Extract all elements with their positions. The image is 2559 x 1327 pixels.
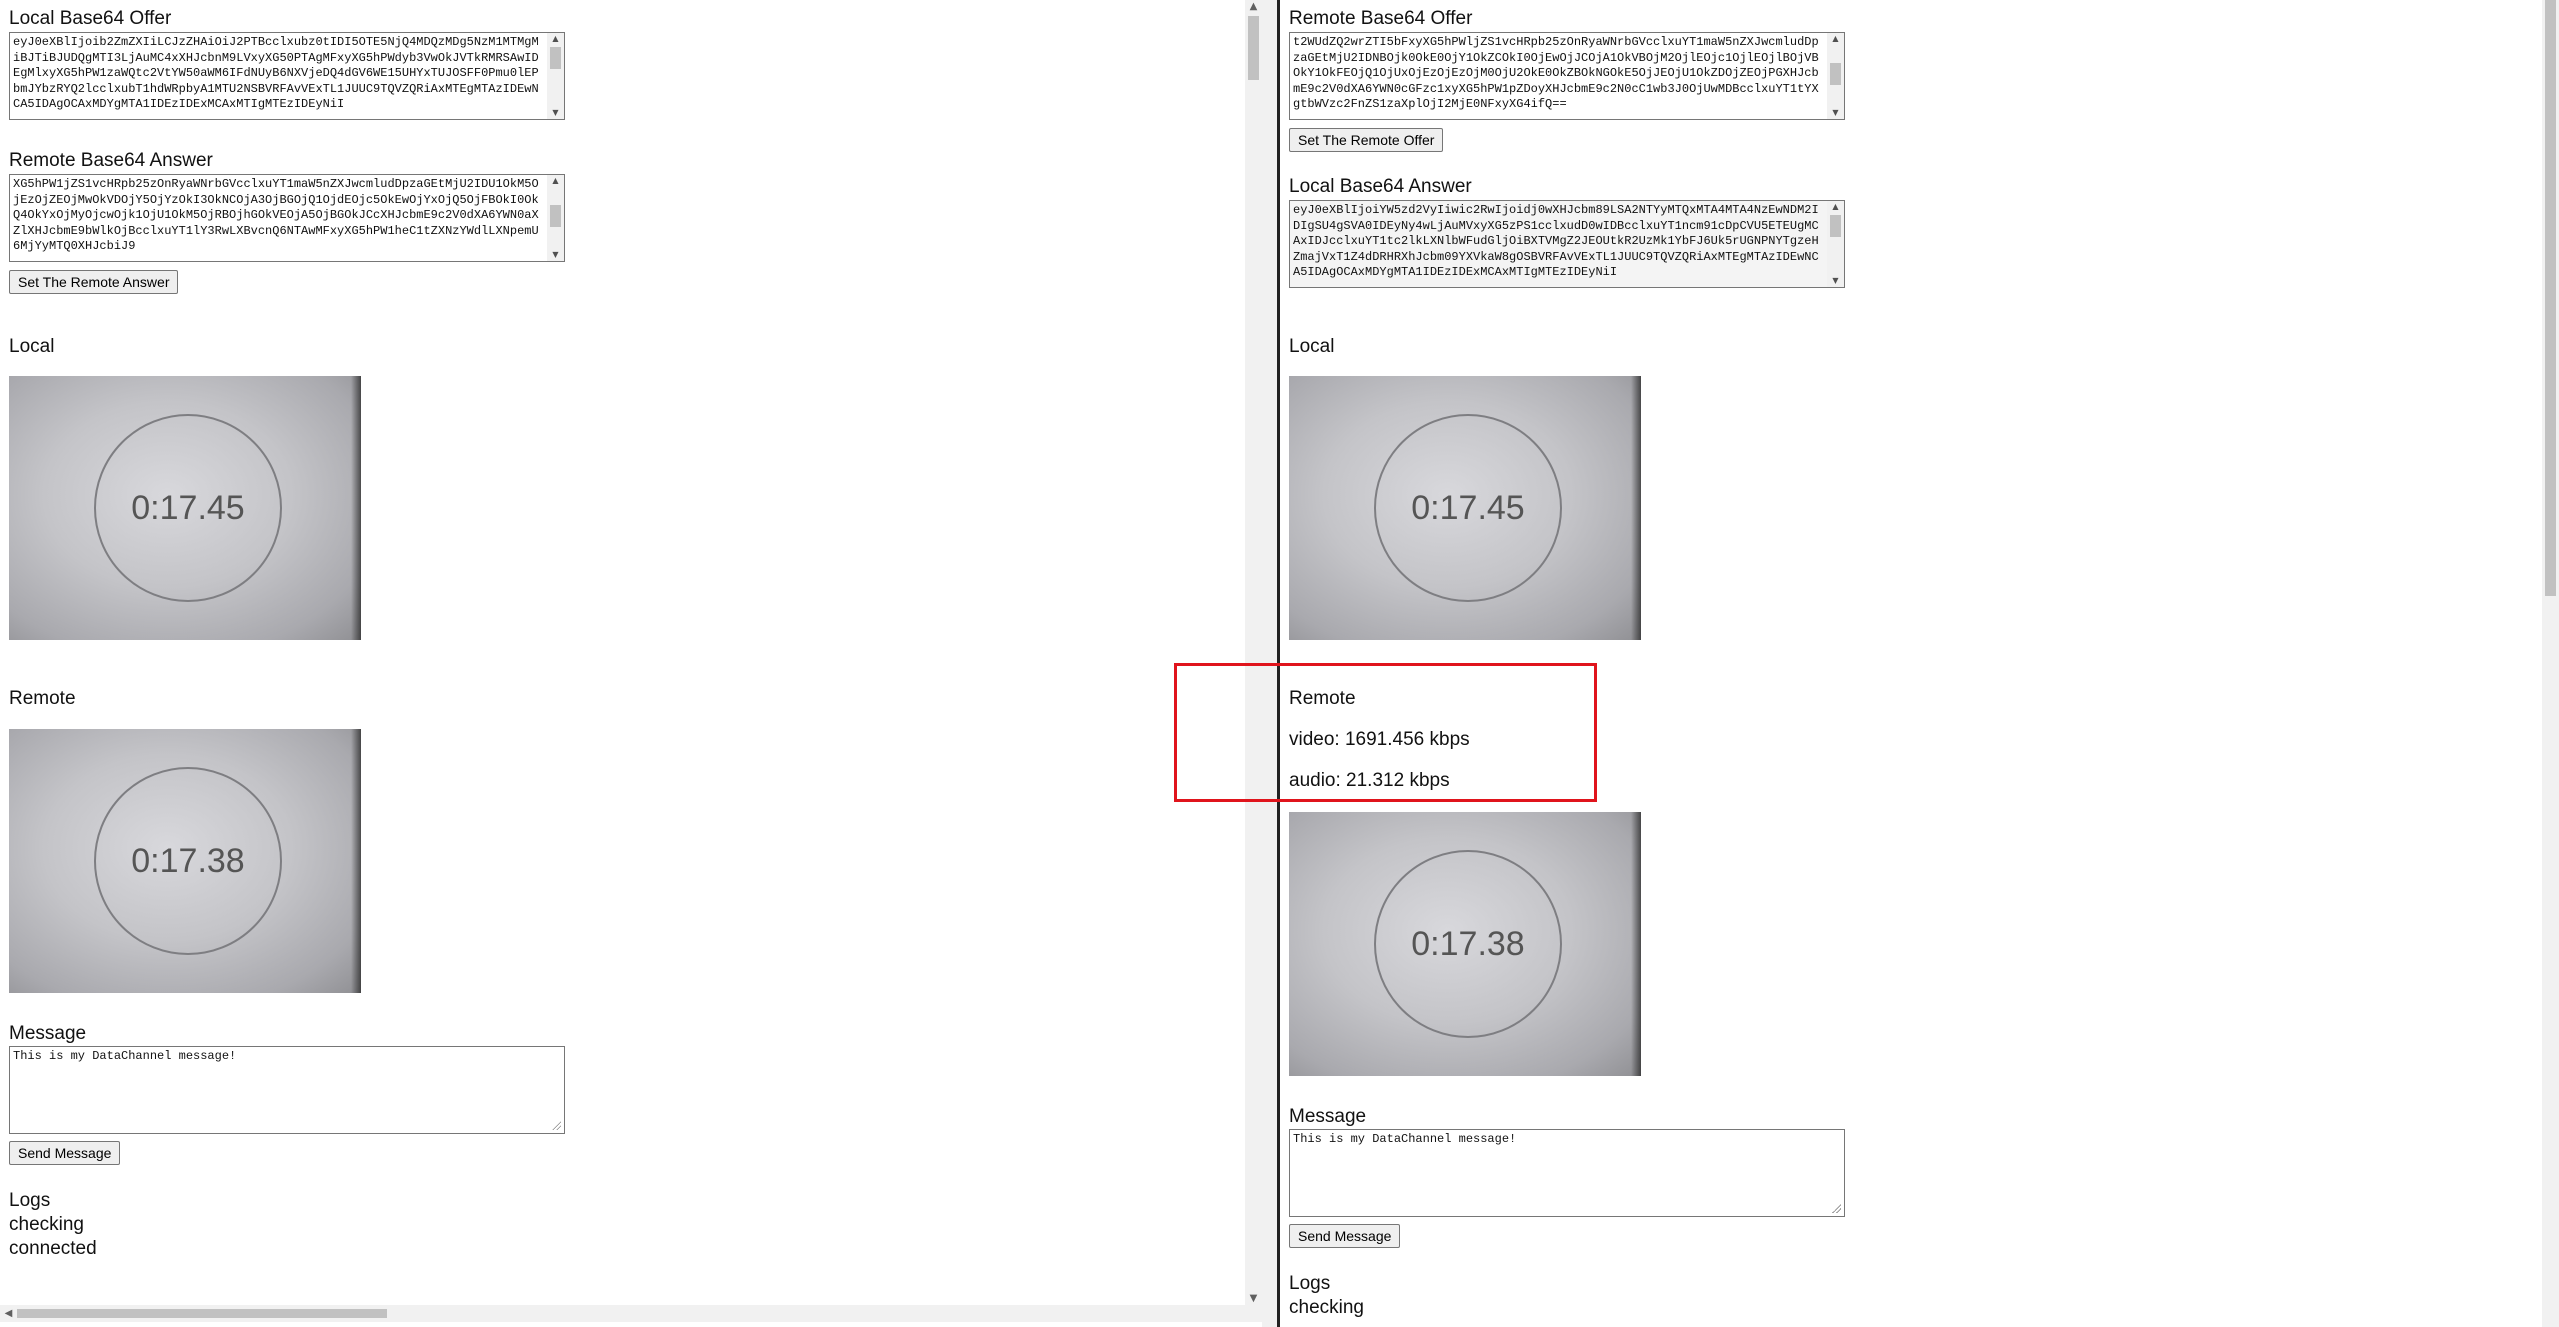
- logs-label: Logs: [1289, 1273, 1331, 1294]
- local-answer-scrollbar[interactable]: ▲ ▼: [1827, 201, 1844, 287]
- set-remote-offer-button[interactable]: Set The Remote Offer: [1289, 128, 1444, 152]
- local-offer-scrollbar[interactable]: ▲ ▼: [547, 33, 564, 119]
- scroll-down-icon[interactable]: ▼: [1245, 1292, 1262, 1306]
- vertical-scrollbar[interactable]: ▲ ▼: [1245, 0, 1262, 1310]
- message-label: Message: [1289, 1106, 1367, 1127]
- remote-answer-scrollbar[interactable]: ▲ ▼: [547, 175, 564, 261]
- video-timer: 0:17.38: [1411, 925, 1525, 963]
- stopwatch-dial: 0:17.45: [1374, 414, 1562, 602]
- logs-label: Logs: [9, 1190, 51, 1211]
- local-offer-label: Local Base64 Offer: [9, 8, 172, 29]
- resize-grip[interactable]: [551, 1120, 561, 1130]
- log-entry: checking: [1289, 1297, 1364, 1318]
- vertical-scroll-thumb[interactable]: [1248, 16, 1259, 80]
- stopwatch-dial: 0:17.38: [94, 767, 282, 955]
- remote-offer-scrollbar[interactable]: ▲ ▼: [1827, 33, 1844, 119]
- highlight-box: [1174, 663, 1597, 802]
- scroll-left-icon[interactable]: ◀: [0, 1307, 17, 1321]
- video-timer: 0:17.45: [1411, 489, 1525, 527]
- local-video-label: Local: [9, 336, 55, 357]
- local-answer-textarea[interactable]: eyJ0eXBlIjoiYW5zd2VyIiwic2RwIjoidj0wXHJc…: [1289, 200, 1845, 288]
- log-entry: checking: [9, 1214, 84, 1235]
- message-label: Message: [9, 1023, 87, 1044]
- remote-video-label: Remote: [9, 688, 76, 709]
- right-vertical-scrollbar[interactable]: [2542, 0, 2559, 1327]
- stopwatch-dial: 0:17.45: [94, 414, 282, 602]
- send-message-button[interactable]: Send Message: [1289, 1224, 1401, 1248]
- set-remote-answer-button[interactable]: Set The Remote Answer: [9, 270, 179, 294]
- remote-video: 0:17.38: [1289, 812, 1641, 1076]
- horizontal-scrollbar[interactable]: ◀: [0, 1305, 1262, 1322]
- local-offer-textarea[interactable]: eyJ0eXBlIjoib2ZmZXIiLCJzZHAiOiJ2PTBcclxu…: [9, 32, 565, 120]
- remote-video: 0:17.38: [9, 729, 361, 993]
- vertical-scroll-thumb[interactable]: [2545, 0, 2556, 596]
- message-textarea[interactable]: This is my DataChannel message!: [1289, 1129, 1845, 1217]
- stopwatch-dial: 0:17.38: [1374, 850, 1562, 1038]
- horizontal-scroll-thumb[interactable]: [17, 1309, 387, 1318]
- video-timer: 0:17.45: [131, 489, 245, 527]
- local-video: 0:17.45: [1289, 376, 1641, 640]
- message-textarea[interactable]: This is my DataChannel message!: [9, 1046, 565, 1134]
- local-video: 0:17.45: [9, 376, 361, 640]
- video-timer: 0:17.38: [131, 842, 245, 880]
- remote-offer-label: Remote Base64 Offer: [1289, 8, 1473, 29]
- scroll-up-icon[interactable]: ▲: [1245, 0, 1262, 14]
- local-answer-label: Local Base64 Answer: [1289, 176, 1472, 197]
- local-video-label: Local: [1289, 336, 1335, 357]
- remote-offer-textarea[interactable]: t2WUdZQ2wrZTI5bFxyXG5hPWljZS1vcHRpb25zOn…: [1289, 32, 1845, 120]
- remote-answer-label: Remote Base64 Answer: [9, 150, 213, 171]
- resize-grip[interactable]: [1831, 1203, 1841, 1213]
- left-peer-pane: Local Base64 Offer eyJ0eXBlIjoib2ZmZXIiL…: [0, 0, 1262, 1327]
- remote-answer-textarea[interactable]: XG5hPW1jZS1vcHRpb25zOnRyaWNrbGVcclxuYT1m…: [9, 174, 565, 262]
- send-message-button[interactable]: Send Message: [9, 1141, 121, 1165]
- log-entry: connected: [9, 1238, 97, 1259]
